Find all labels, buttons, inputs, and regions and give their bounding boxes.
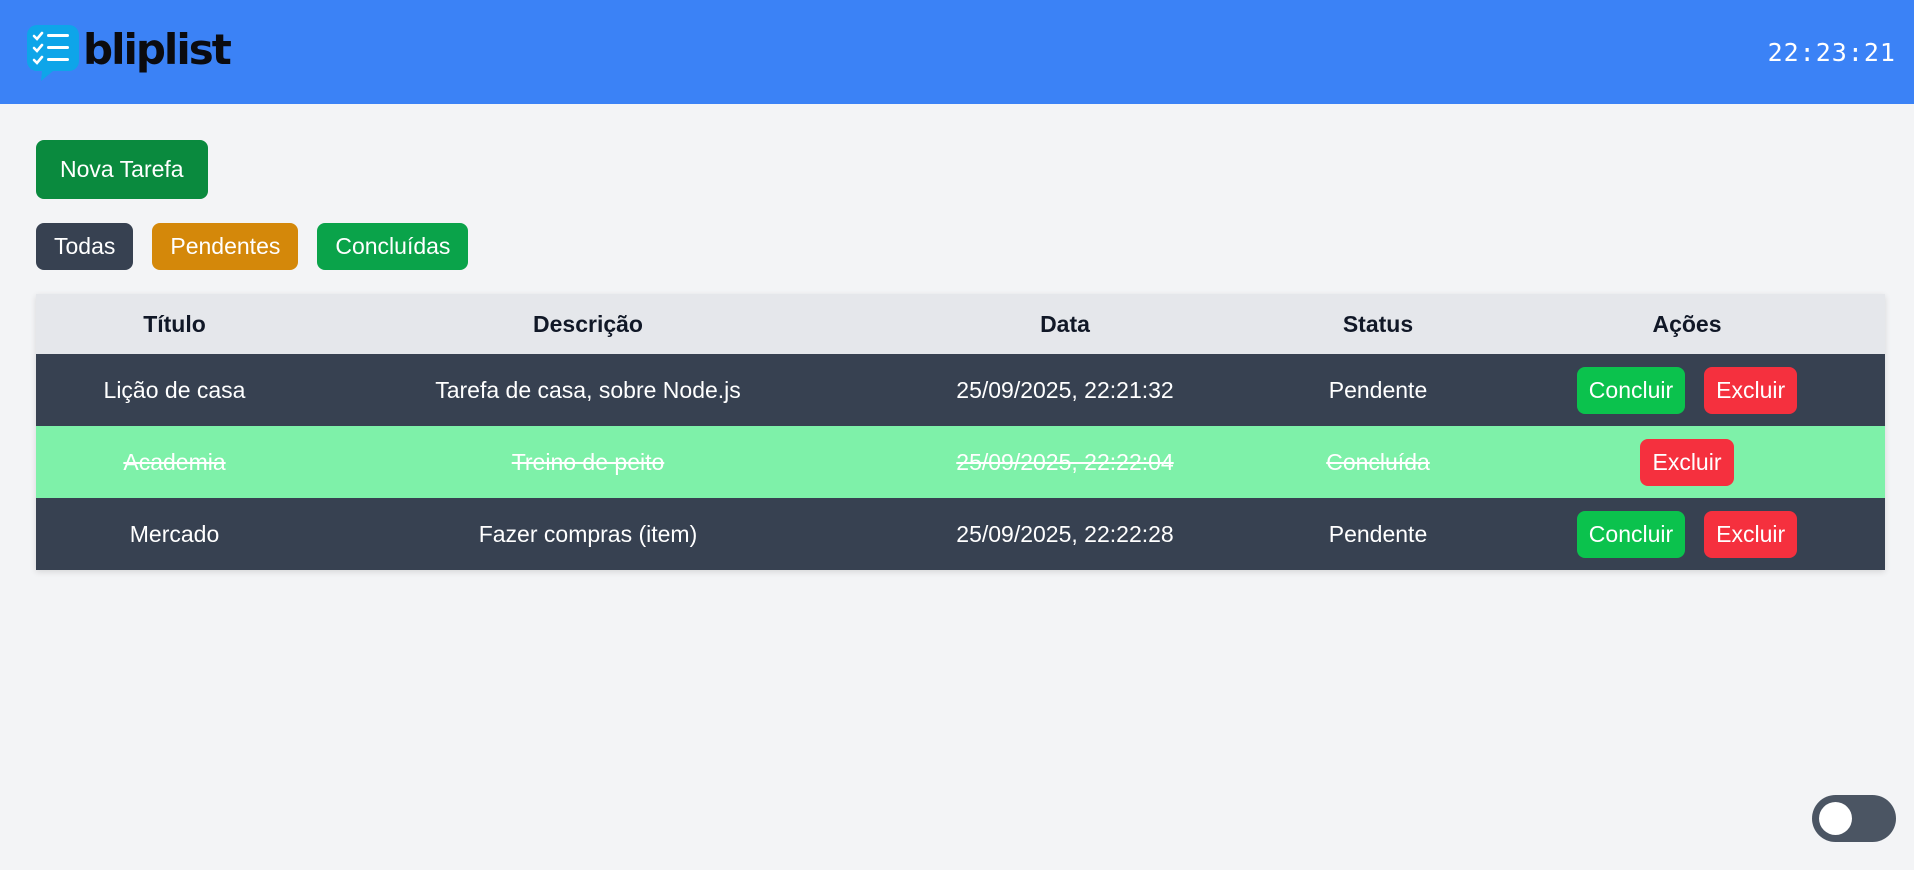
table-row: Academia Treino de peito 25/09/2025, 22:…: [36, 426, 1885, 498]
task-status: Pendente: [1328, 376, 1428, 403]
task-date: 25/09/2025, 22:22:04: [956, 448, 1174, 475]
table-row: Mercado Fazer compras (item) 25/09/2025,…: [36, 498, 1885, 570]
task-date: 25/09/2025, 22:22:28: [956, 520, 1174, 547]
task-status: Pendente: [1328, 520, 1428, 547]
new-task-button[interactable]: Nova Tarefa: [36, 140, 208, 199]
task-date: 25/09/2025, 22:21:32: [956, 376, 1174, 403]
header-status: Status: [1342, 310, 1414, 337]
delete-button[interactable]: Excluir: [1640, 438, 1734, 486]
checklist-logo-icon: [27, 25, 79, 81]
header-date: Data: [1040, 310, 1090, 337]
task-description: Treino de peito: [511, 448, 665, 475]
table-row: Lição de casa Tarefa de casa, sobre Node…: [36, 354, 1885, 426]
app-name: bliplist: [83, 24, 232, 74]
filter-completed-button[interactable]: Concluídas: [317, 223, 469, 270]
tasks-table: Título Descrição Data Status Ações Lição…: [36, 294, 1885, 570]
task-actions: Excluir: [1489, 438, 1885, 486]
app-logo[interactable]: bliplist: [27, 23, 232, 81]
delete-button[interactable]: Excluir: [1704, 366, 1798, 414]
task-title: Mercado: [129, 520, 220, 547]
clock: 22:23:21: [1767, 37, 1896, 67]
table-header: Título Descrição Data Status Ações: [36, 294, 1885, 354]
task-description: Fazer compras (item): [478, 520, 698, 547]
filter-pending-button[interactable]: Pendentes: [152, 223, 299, 270]
theme-toggle[interactable]: [1812, 795, 1896, 842]
complete-button[interactable]: Concluir: [1576, 366, 1686, 414]
header-actions: Ações: [1652, 310, 1722, 337]
main-content: Nova Tarefa Todas Pendentes Concluídas T…: [0, 104, 1914, 570]
header-description: Descrição: [533, 310, 643, 337]
app-header: bliplist 22:23:21: [0, 0, 1914, 104]
task-actions: Concluir Excluir: [1489, 510, 1885, 558]
task-status: Concluída: [1326, 448, 1430, 475]
filter-bar: Todas Pendentes Concluídas: [36, 223, 1878, 270]
task-title: Academia: [123, 448, 226, 475]
task-actions: Concluir Excluir: [1489, 366, 1885, 414]
delete-button[interactable]: Excluir: [1704, 510, 1798, 558]
filter-all-button[interactable]: Todas: [36, 223, 134, 270]
task-description: Tarefa de casa, sobre Node.js: [435, 376, 741, 403]
complete-button[interactable]: Concluir: [1576, 510, 1686, 558]
toggle-knob: [1819, 802, 1852, 835]
header-title: Título: [143, 310, 206, 337]
task-title: Lição de casa: [103, 376, 246, 403]
